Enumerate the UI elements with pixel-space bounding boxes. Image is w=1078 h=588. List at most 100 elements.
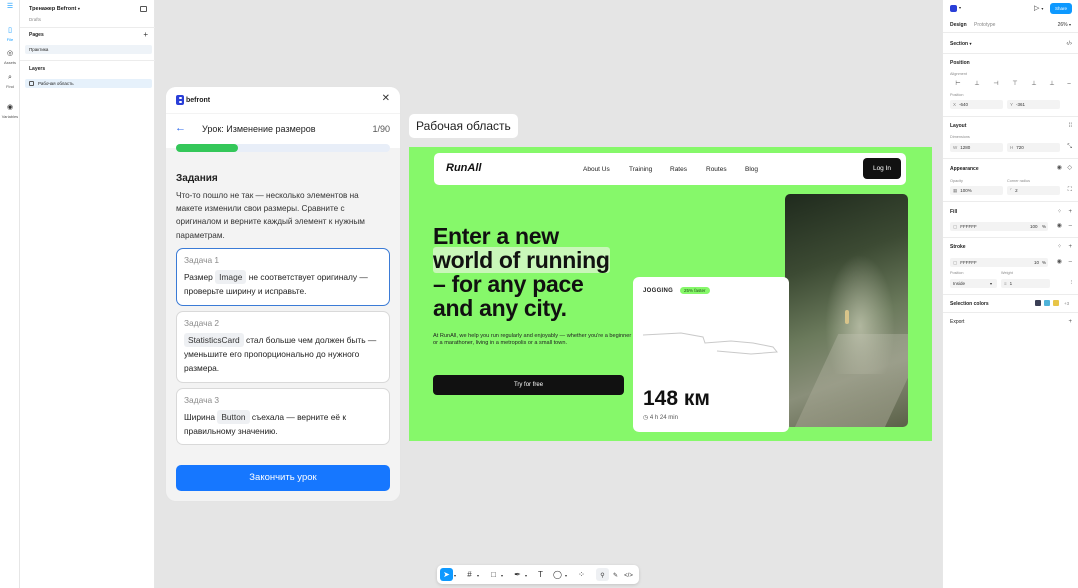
code-tool[interactable]: </>: [622, 568, 635, 581]
text-tool[interactable]: T: [534, 568, 547, 581]
width-field[interactable]: W 1280: [950, 143, 1003, 152]
rail-item-variables[interactable]: ◉ Variables: [0, 104, 20, 119]
nav-training[interactable]: Training: [629, 166, 652, 173]
rail-item-assets[interactable]: ◎ Assets: [0, 50, 20, 65]
nav-blog[interactable]: Blog: [745, 166, 758, 173]
lesson-title: Урок: Изменение размеров: [202, 124, 316, 134]
canvas-frame[interactable]: RunAll About Us Training Rates Routes Bl…: [409, 147, 932, 441]
drop-icon[interactable]: ◇: [1067, 164, 1072, 172]
align-top-icon[interactable]: ⊤: [1010, 81, 1020, 88]
eye-icon[interactable]: ◉: [1057, 222, 1062, 230]
components-tool[interactable]: ⁘: [575, 568, 588, 581]
lesson-panel: befront ✕ ← Урок: Изменение размеров 1/9…: [166, 87, 400, 501]
duration-value: ◷ 4 h 24 min: [643, 415, 678, 421]
draw-tool[interactable]: ✎: [609, 568, 622, 581]
page-item[interactable]: Практика: [25, 45, 152, 54]
weight-icon: ≡: [1004, 281, 1007, 286]
comment-tool-dropdown[interactable]: ▾: [563, 568, 569, 581]
x-field[interactable]: X -640: [950, 100, 1003, 109]
more-align-icon[interactable]: –: [1064, 81, 1074, 88]
site-nav[interactable]: RunAll About Us Training Rates Routes Bl…: [434, 153, 906, 185]
fill-field[interactable]: ▢ FFFFFF 100%: [950, 222, 1048, 231]
stroke-weight-field[interactable]: ≡ 1: [1001, 279, 1050, 288]
task-card-1[interactable]: Задача 1 Размер Image не соответствует о…: [176, 248, 390, 306]
zoom-level[interactable]: 26% ▾: [1058, 22, 1071, 28]
main-menu-button[interactable]: ☰: [0, 3, 20, 13]
layer-item[interactable]: Рабочая область: [25, 79, 152, 88]
present-play-icon[interactable]: ▷ ▾: [1034, 4, 1043, 12]
menu-icon: ☰: [6, 3, 14, 10]
tab-prototype[interactable]: Prototype: [974, 22, 995, 28]
nav-routes[interactable]: Routes: [706, 166, 727, 173]
login-button[interactable]: Log In: [863, 158, 901, 179]
corner-radius-field[interactable]: ⌜ 2: [1007, 186, 1060, 195]
styles-icon[interactable]: ⁘: [1057, 243, 1062, 251]
layout-grid-icon[interactable]: ⁞⁞: [1069, 122, 1072, 130]
align-center-v-icon[interactable]: ⊥: [1029, 81, 1039, 88]
chevron-down-icon: ▾: [990, 281, 993, 286]
corner-expand-icon[interactable]: ⛶: [1068, 186, 1072, 194]
align-bottom-icon[interactable]: ⊥: [1047, 81, 1057, 88]
add-stroke-icon[interactable]: +: [1068, 243, 1072, 251]
back-arrow-icon[interactable]: ←: [175, 122, 186, 134]
task-card-2[interactable]: Задача 2 StatisticsCard стал больше чем …: [176, 311, 390, 383]
nav-rates[interactable]: Rates: [670, 166, 687, 173]
distance-value: 148 км: [643, 387, 710, 410]
selection-color-swatch[interactable]: [1035, 300, 1041, 306]
opacity-field[interactable]: ▦ 100%: [950, 186, 1003, 195]
nav-about[interactable]: About Us: [583, 166, 610, 173]
rail-item-find[interactable]: ⌕ Find: [0, 74, 20, 89]
align-left-icon[interactable]: ⊢: [953, 81, 963, 88]
corner-radius-label: Corner radius: [1007, 179, 1031, 183]
section-selector[interactable]: Section ▾: [950, 41, 971, 47]
chevron-down-icon[interactable]: ▾: [959, 5, 961, 10]
close-icon[interactable]: ✕: [382, 93, 390, 105]
add-page-icon[interactable]: +: [143, 31, 148, 39]
selection-color-swatch[interactable]: [1044, 300, 1050, 306]
site-brand: RunAll: [446, 162, 482, 174]
user-avatar[interactable]: [950, 5, 957, 12]
height-field[interactable]: H 720: [1007, 143, 1060, 152]
remove-stroke-icon[interactable]: –: [1069, 258, 1072, 266]
hero-image[interactable]: [785, 194, 908, 427]
component-chip: StatisticsCard: [184, 333, 244, 347]
clock-icon: ◷: [643, 415, 649, 421]
stroke-field[interactable]: ▢ FFFFFF 10%: [950, 258, 1048, 267]
eye-icon[interactable]: ◉: [1057, 258, 1062, 266]
hero-heading[interactable]: Enter a new world of running – for any p…: [433, 224, 610, 320]
stroke-position-select[interactable]: Inside ▾: [950, 279, 997, 288]
align-center-h-icon[interactable]: ⊥: [972, 81, 982, 88]
try-free-button[interactable]: Try for free: [433, 375, 624, 395]
eye-icon[interactable]: ◉: [1057, 164, 1062, 172]
resize-icon[interactable]: ⤡: [1067, 143, 1072, 151]
project-title[interactable]: Тренажер Befront ▾: [29, 6, 80, 12]
statistics-card[interactable]: JOGGING 25% faster 148 км ◷ 4 h 24 min: [633, 277, 789, 432]
share-button[interactable]: Share: [1050, 3, 1072, 14]
selection-color-swatch[interactable]: [1053, 300, 1059, 306]
befront-logo: befront: [176, 95, 210, 105]
move-tool-dropdown[interactable]: ▾: [452, 568, 458, 581]
shape-tool-dropdown[interactable]: ▾: [499, 568, 505, 581]
align-right-icon[interactable]: ⊣: [991, 81, 1001, 88]
remove-fill-icon[interactable]: –: [1069, 222, 1072, 230]
task-card-3[interactable]: Задача 3 Ширина Button съехала — верните…: [176, 388, 390, 445]
dev-mode-toggle[interactable]: ⚲: [596, 568, 609, 581]
stroke-settings-icon[interactable]: ⫶: [1070, 279, 1072, 287]
add-export-icon[interactable]: +: [1068, 318, 1072, 326]
rail-item-file[interactable]: ▯ File: [0, 27, 20, 42]
chevron-down-icon: ▾: [524, 573, 527, 578]
hero-subtitle[interactable]: At RunAll, we help you run regularly and…: [433, 333, 633, 347]
code-icon[interactable]: ‹/›: [1066, 40, 1072, 48]
more-colors[interactable]: +3: [1064, 301, 1069, 306]
frame-label[interactable]: Рабочая область: [409, 114, 518, 138]
y-field[interactable]: Y -361: [1007, 100, 1060, 109]
pen-tool-dropdown[interactable]: ▾: [523, 568, 529, 581]
finish-lesson-button[interactable]: Закончить урок: [176, 465, 390, 491]
styles-icon[interactable]: ⁘: [1057, 208, 1062, 216]
tab-design[interactable]: Design: [950, 22, 967, 28]
frame-tool-dropdown[interactable]: ▾: [475, 568, 481, 581]
add-fill-icon[interactable]: +: [1068, 208, 1072, 216]
activity-label: JOGGING: [643, 288, 674, 294]
sidebar-toggle-icon[interactable]: [140, 6, 147, 12]
file-icon: ▯: [8, 27, 12, 34]
